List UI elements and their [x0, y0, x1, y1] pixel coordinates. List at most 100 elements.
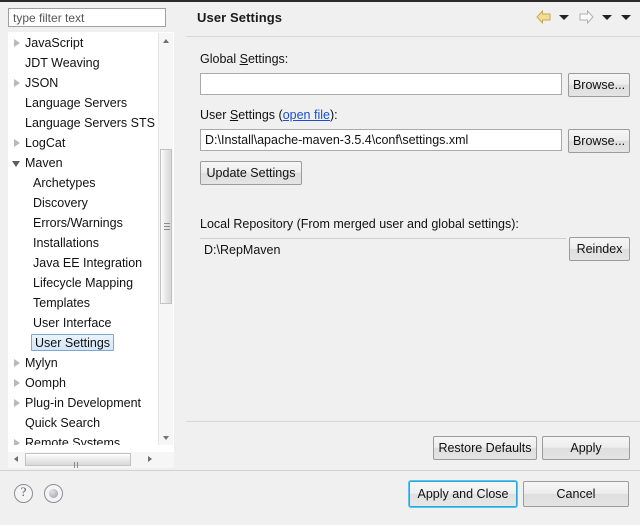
sidebar-item-label: JSON — [25, 76, 59, 90]
sidebar-item-label: Discovery — [33, 196, 88, 210]
tree-row-content: Java EE Integration — [9, 256, 142, 270]
sidebar-item-label: Installations — [33, 236, 100, 250]
global-settings-input[interactable] — [200, 73, 562, 95]
sidebar-item-javascript[interactable]: JavaScript — [9, 33, 159, 53]
page-title: User Settings — [197, 10, 283, 25]
filter-input[interactable] — [8, 8, 166, 27]
sidebar-item-user-interface[interactable]: User Interface — [9, 313, 159, 333]
sidebar-item-label: Errors/Warnings — [33, 216, 123, 230]
page-menu-chevron-down-icon[interactable] — [621, 14, 631, 20]
sidebar-item-plug-in-development[interactable]: Plug-in Development — [9, 393, 159, 413]
preferences-tree[interactable]: JavaScript JDT Weaving JSON Language Server… — [9, 33, 159, 445]
sidebar-item-user-settings[interactable]: User Settings — [9, 333, 159, 353]
tree-row-content: LogCat — [25, 136, 65, 150]
sidebar-item-lifecycle-mapping[interactable]: Lifecycle Mapping — [9, 273, 159, 293]
sidebar-item-label: Language Servers STS — [25, 116, 155, 130]
apply-button[interactable]: Apply — [542, 436, 630, 460]
triangle-right-icon — [14, 359, 20, 367]
scroll-left-button[interactable] — [8, 452, 24, 467]
scroll-right-button[interactable] — [142, 452, 158, 467]
sidebar-item-archetypes[interactable]: Archetypes — [9, 173, 159, 193]
global-settings-browse-button[interactable]: Browse... — [568, 73, 630, 97]
contributor-icon[interactable] — [44, 484, 63, 503]
tree-horizontal-scrollbar[interactable] — [8, 452, 174, 482]
sidebar-item-logcat[interactable]: LogCat — [9, 133, 159, 153]
tree-row-content: Maven — [25, 156, 63, 170]
sidebar-item-java-ee-integration[interactable]: Java EE Integration — [9, 253, 159, 273]
sidebar-item-errors-warnings[interactable]: Errors/Warnings — [9, 213, 159, 233]
tree-vertical-scrollbar[interactable] — [158, 33, 173, 445]
question-mark-icon[interactable]: ? — [14, 484, 33, 503]
vertical-scrollbar-thumb[interactable] — [160, 149, 172, 304]
tree-row-content: JSON — [25, 76, 58, 90]
sidebar-item-mylyn[interactable]: Mylyn — [9, 353, 159, 373]
user-settings-browse-button[interactable]: Browse... — [568, 129, 630, 153]
tree-row-content: Language Servers — [25, 96, 127, 110]
reindex-button[interactable]: Reindex — [569, 237, 630, 261]
local-repository-input — [200, 238, 566, 260]
tree-row-content: Errors/Warnings — [9, 216, 123, 230]
scrollbar-grip-icon — [164, 222, 170, 231]
tree-row-content: Plug-in Development — [25, 396, 141, 410]
sidebar-item-label: Java EE Integration — [33, 256, 143, 270]
update-settings-button[interactable]: Update Settings — [200, 161, 302, 185]
sidebar-item-installations[interactable]: Installations — [9, 233, 159, 253]
sidebar-item-label: Language Servers — [25, 96, 128, 110]
sidebar-item-language-servers-sts[interactable]: Language Servers STS — [9, 113, 159, 133]
tree-row-content: Oomph — [25, 376, 66, 390]
sidebar-item-label: Maven — [25, 156, 63, 170]
triangle-right-icon — [14, 379, 20, 387]
scroll-up-button[interactable] — [159, 33, 173, 48]
sidebar-item-language-servers[interactable]: Language Servers — [9, 93, 159, 113]
page-content: Global Settings: Browse... User Settings… — [186, 37, 640, 460]
tree-row-content: Remote Systems — [25, 436, 120, 445]
tree-row-content: User Interface — [9, 316, 112, 330]
tree-row-content: Lifecycle Mapping — [9, 276, 133, 290]
preferences-sidebar: JavaScript JDT Weaving JSON Language Server… — [0, 2, 183, 482]
sidebar-item-label: JDT Weaving — [25, 56, 100, 70]
sidebar-item-quick-search[interactable]: Quick Search — [9, 413, 159, 433]
tree-row-content: Discovery — [9, 196, 88, 210]
sidebar-item-remote-systems[interactable]: Remote Systems — [9, 433, 159, 445]
question-mark-glyph: ? — [20, 484, 27, 499]
user-settings-input[interactable] — [200, 129, 562, 151]
sidebar-item-json[interactable]: JSON — [9, 73, 159, 93]
restore-defaults-button[interactable]: Restore Defaults — [433, 436, 537, 460]
triangle-down-icon — [12, 161, 20, 167]
tree-row-content: JDT Weaving — [25, 56, 100, 70]
tree-row-content: Quick Search — [25, 416, 100, 430]
sidebar-item-label: User Interface — [33, 316, 112, 330]
triangle-down-icon — [163, 436, 169, 440]
scroll-down-button[interactable] — [159, 430, 173, 445]
sidebar-item-label: Mylyn — [25, 356, 58, 370]
back-arrow-icon[interactable] — [535, 9, 553, 25]
forward-history-chevron-down-icon[interactable] — [601, 14, 612, 20]
sidebar-item-label: JavaScript — [25, 36, 84, 50]
sidebar-item-oomph[interactable]: Oomph — [9, 373, 159, 393]
cancel-button[interactable]: Cancel — [523, 481, 629, 507]
sidebar-item-maven[interactable]: Maven — [9, 153, 159, 173]
sidebar-item-label: Quick Search — [25, 416, 101, 430]
sidebar-item-discovery[interactable]: Discovery — [9, 193, 159, 213]
horizontal-scrollbar-thumb[interactable] — [25, 453, 131, 482]
back-history-chevron-down-icon[interactable] — [558, 14, 569, 20]
page-footer-divider — [186, 421, 640, 422]
sidebar-item-templates[interactable]: Templates — [9, 293, 159, 313]
contributor-dot-icon — [49, 489, 58, 498]
sidebar-item-label: Plug-in Development — [25, 396, 142, 410]
tree-row-content: Archetypes — [9, 176, 96, 190]
page-header: User Settings — [186, 2, 640, 36]
scrollbar-grip-icon — [74, 457, 82, 482]
tree-row-content: Templates — [9, 296, 90, 310]
triangle-up-icon — [163, 39, 169, 43]
tree-row-content: User Settings — [9, 334, 115, 351]
sidebar-item-jdt-weaving[interactable]: JDT Weaving — [9, 53, 159, 73]
sidebar-item-label: Templates — [33, 296, 90, 310]
sidebar-item-label: Lifecycle Mapping — [33, 276, 134, 290]
triangle-right-icon — [14, 439, 20, 445]
triangle-left-icon — [14, 456, 18, 462]
sidebar-item-label: Oomph — [25, 376, 66, 390]
tree-row-content: JavaScript — [25, 36, 83, 50]
apply-and-close-button[interactable]: Apply and Close — [409, 481, 517, 507]
open-file-link[interactable]: open file — [283, 108, 330, 122]
